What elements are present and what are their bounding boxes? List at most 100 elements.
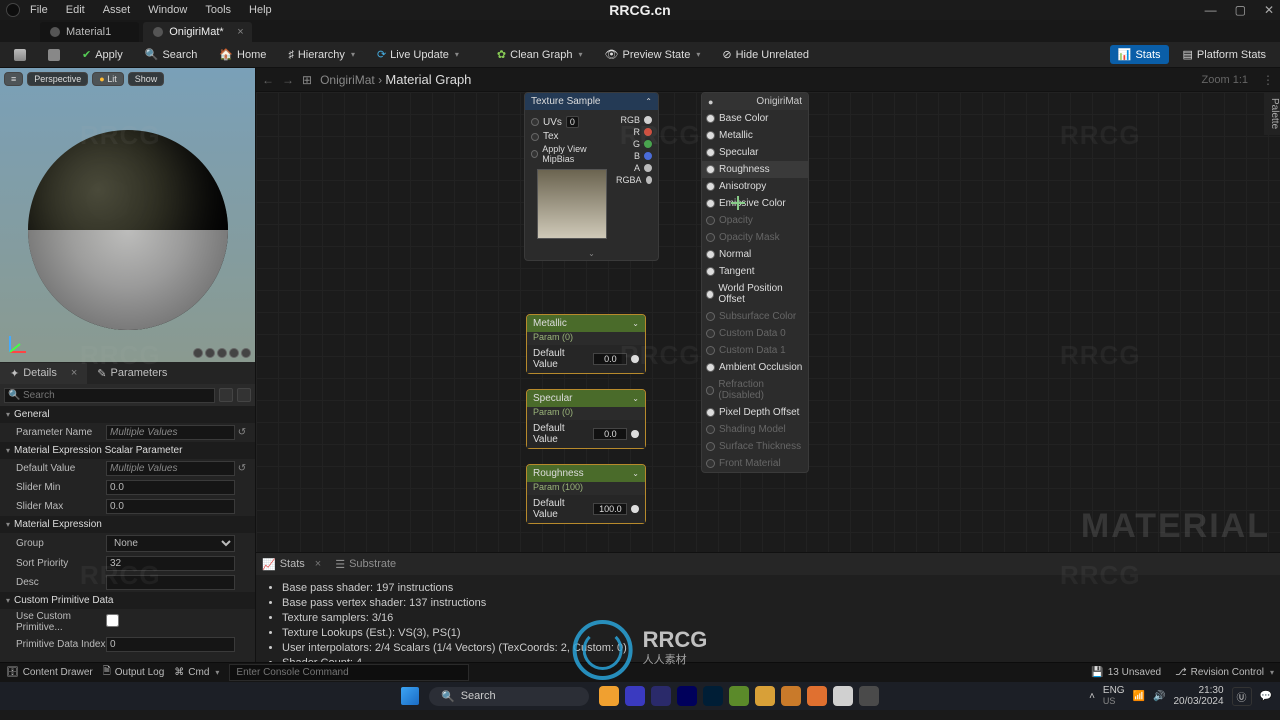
pin-pixel-depth-offset[interactable]: Pixel Depth Offset	[702, 404, 808, 421]
category-custom-primitive-data[interactable]: Custom Primitive Data	[0, 592, 255, 609]
viewport-menu-icon[interactable]: ≡	[4, 72, 23, 86]
home-button[interactable]: 🏠Home	[211, 45, 274, 64]
tab-parameters[interactable]: ✎Parameters	[87, 363, 177, 384]
pin-r[interactable]: R	[616, 126, 652, 138]
dock-icon[interactable]: ⋮	[1262, 73, 1274, 87]
field-default-value[interactable]	[593, 503, 627, 515]
live-update-button[interactable]: ⟳Live Update▾	[369, 45, 467, 64]
tab-stats[interactable]: 📈Stats×	[262, 558, 321, 571]
hierarchy-button[interactable]: ♯Hierarchy▾	[280, 46, 363, 64]
field-default-value[interactable]	[593, 353, 627, 365]
close-icon[interactable]: ×	[71, 367, 77, 379]
field-parameter-name[interactable]	[106, 425, 235, 440]
taskbar-app-icon[interactable]	[677, 686, 697, 706]
menu-window[interactable]: Window	[148, 4, 187, 16]
taskbar-app-icon[interactable]	[755, 686, 775, 706]
output-pin[interactable]	[631, 430, 639, 438]
maximize-button[interactable]: ▢	[1235, 3, 1246, 17]
taskbar-clock[interactable]: 21:3020/03/2024	[1173, 685, 1223, 707]
save-button[interactable]	[6, 46, 34, 64]
console-input[interactable]	[229, 664, 469, 681]
pin-g[interactable]: G	[616, 138, 652, 150]
search-button[interactable]: 🔍Search	[137, 45, 206, 64]
menu-file[interactable]: File	[30, 4, 48, 16]
category-scalar-parameter[interactable]: Material Expression Scalar Parameter	[0, 442, 255, 459]
grid-icon[interactable]: ⊞	[302, 73, 312, 87]
tray-chevron-icon[interactable]: ˄	[1089, 691, 1095, 702]
menu-asset[interactable]: Asset	[103, 4, 131, 16]
close-icon[interactable]: ×	[315, 558, 321, 570]
details-gear-icon[interactable]	[237, 388, 251, 402]
taskbar-app-icon[interactable]	[651, 686, 671, 706]
viewport-shape-icons[interactable]	[193, 348, 251, 358]
hide-unrelated-button[interactable]: ⊘Hide Unrelated	[714, 45, 817, 64]
nav-back-icon[interactable]: ←	[262, 73, 274, 87]
preview-viewport[interactable]: ≡ Perspective ● Lit Show	[0, 68, 255, 362]
field-slider-min[interactable]	[106, 480, 235, 495]
start-button[interactable]	[401, 687, 419, 705]
unsaved-indicator[interactable]: 💾13 Unsaved	[1091, 667, 1161, 678]
volume-icon[interactable]: 🔊	[1153, 691, 1165, 702]
collapse-icon[interactable]: ⌄	[632, 394, 639, 403]
taskbar-app-icon[interactable]	[807, 686, 827, 706]
stats-toggle[interactable]: 📊Stats	[1110, 45, 1169, 64]
field-desc[interactable]	[106, 575, 235, 590]
category-general[interactable]: General	[0, 406, 255, 423]
node-material-output[interactable]: ●OnigiriMat Base ColorMetallicSpecularRo…	[701, 92, 809, 473]
pin-emissive-color[interactable]: Emissive Color	[702, 195, 808, 212]
pin-b[interactable]: B	[616, 150, 652, 162]
details-search-input[interactable]	[4, 388, 215, 403]
pin-ambient-occlusion[interactable]: Ambient Occlusion	[702, 359, 808, 376]
collapse-icon[interactable]: ⌄	[632, 469, 639, 478]
tab-substrate[interactable]: ☰Substrate	[335, 558, 396, 571]
output-pin[interactable]	[631, 355, 639, 363]
pin-world-position-offset[interactable]: World Position Offset	[702, 280, 808, 308]
output-pin[interactable]	[631, 505, 639, 513]
notification-icon[interactable]: 💬	[1260, 691, 1272, 702]
pin-uvs[interactable]: UVs	[543, 117, 562, 128]
pin-roughness[interactable]: Roughness	[702, 161, 808, 178]
collapse-icon[interactable]: ⌄	[632, 319, 639, 328]
field-group[interactable]: None	[106, 535, 235, 552]
expand-icon[interactable]: ⌄	[525, 247, 658, 260]
field-default-value[interactable]	[593, 428, 627, 440]
output-log-button[interactable]: 🗎Output Log	[103, 664, 165, 681]
minimize-button[interactable]: —	[1205, 3, 1217, 17]
category-material-expression[interactable]: Material Expression	[0, 516, 255, 533]
close-button[interactable]: ✕	[1264, 3, 1274, 17]
reset-icon[interactable]: ↺	[235, 463, 249, 474]
viewport-show-chip[interactable]: Show	[128, 72, 165, 86]
node-specular[interactable]: Specular⌄Param (0)Default Value	[526, 389, 646, 449]
taskbar-search[interactable]: 🔍Search	[429, 687, 589, 706]
pin-normal[interactable]: Normal	[702, 246, 808, 263]
engine-badge-icon[interactable]: Ⓤ	[1232, 687, 1252, 706]
pin-tangent[interactable]: Tangent	[702, 263, 808, 280]
details-grid-icon[interactable]	[219, 388, 233, 402]
field-use-custom-primitive[interactable]	[106, 614, 119, 627]
breadcrumb[interactable]: OnigiriMat › Material Graph	[320, 72, 471, 87]
taskbar-app-icon[interactable]	[729, 686, 749, 706]
collapse-icon[interactable]: ⌃	[645, 97, 652, 106]
reset-icon[interactable]: ↺	[235, 427, 249, 438]
doc-tab[interactable]: Material1	[40, 22, 139, 42]
cmd-button[interactable]: ⌘Cmd▾	[174, 667, 219, 678]
node-metallic[interactable]: Metallic⌄Param (0)Default Value	[526, 314, 646, 374]
doc-tab[interactable]: OnigiriMat*×	[143, 22, 251, 42]
material-graph-canvas[interactable]: Palette Texture Sample⌃ UVs 0 Tex Apply …	[256, 92, 1280, 552]
field-slider-max[interactable]	[106, 499, 235, 514]
viewport-perspective-chip[interactable]: Perspective	[27, 72, 88, 86]
palette-tab[interactable]: Palette	[1264, 92, 1280, 135]
menu-tools[interactable]: Tools	[205, 4, 231, 16]
pin-mipbias[interactable]: Apply View MipBias	[542, 144, 612, 164]
viewport-lit-chip[interactable]: ● Lit	[92, 72, 123, 86]
tab-details[interactable]: ✦Details×	[0, 363, 87, 384]
nav-fwd-icon[interactable]: →	[282, 73, 294, 87]
taskbar-app-icon[interactable]	[833, 686, 853, 706]
node-roughness[interactable]: Roughness⌄Param (100)Default Value	[526, 464, 646, 524]
menu-help[interactable]: Help	[249, 4, 272, 16]
field-primitive-data-index[interactable]	[106, 637, 235, 652]
wifi-icon[interactable]: 📶	[1133, 691, 1145, 702]
pin-tex[interactable]: Tex	[543, 131, 559, 142]
taskbar-app-icon[interactable]	[781, 686, 801, 706]
pin-anisotropy[interactable]: Anisotropy	[702, 178, 808, 195]
